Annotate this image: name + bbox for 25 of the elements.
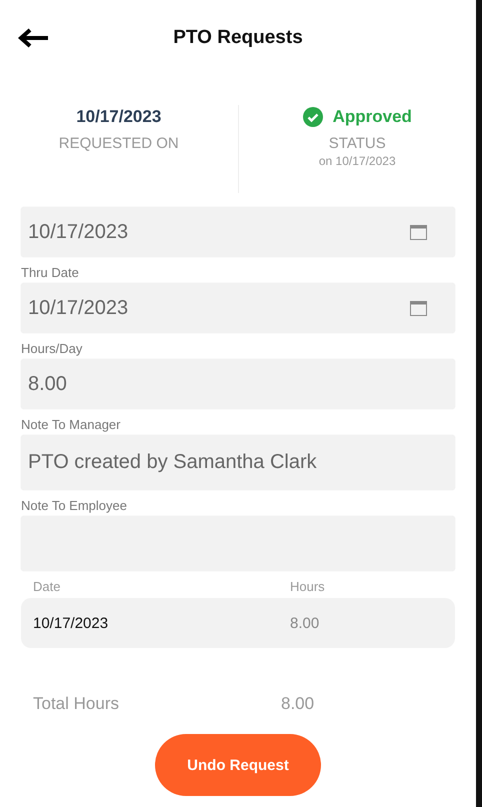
status-label: STATUS	[328, 135, 386, 152]
requested-date: 10/17/2023	[76, 106, 162, 128]
note-field[interactable]: PTO created by Samantha Clark	[21, 435, 455, 490]
column-header: Hours	[290, 579, 326, 594]
calendar-icon[interactable]	[410, 300, 427, 316]
status-date: on 10/17/2023	[318, 154, 396, 168]
undo-request-button[interactable]: Undo Request	[155, 734, 321, 796]
table-cell-text: 10/17/2023	[33, 614, 110, 632]
field-label: Hours/Day	[21, 341, 84, 356]
column-header: Date	[33, 579, 62, 594]
date-field[interactable]: 10/17/2023	[21, 283, 455, 333]
page-title: PTO Requests	[172, 26, 304, 48]
date-field[interactable]: 10/17/2023	[21, 207, 455, 257]
field-label: Note To Manager	[21, 417, 122, 432]
calendar-icon[interactable]	[410, 224, 427, 240]
field-label: Note To Employee	[21, 498, 128, 513]
check-circle-icon	[302, 107, 323, 127]
table-cell-text: 8.00	[290, 614, 320, 632]
status-value: Approved	[332, 107, 412, 127]
total-value: 8.00	[281, 694, 316, 714]
field-label: Thru Date	[21, 265, 80, 280]
total-label: Total Hours	[33, 694, 120, 714]
requested-on-label: REQUESTED ON	[58, 135, 179, 152]
back-arrow-icon[interactable]	[18, 26, 50, 48]
input-field[interactable]: 8.00	[21, 359, 455, 409]
